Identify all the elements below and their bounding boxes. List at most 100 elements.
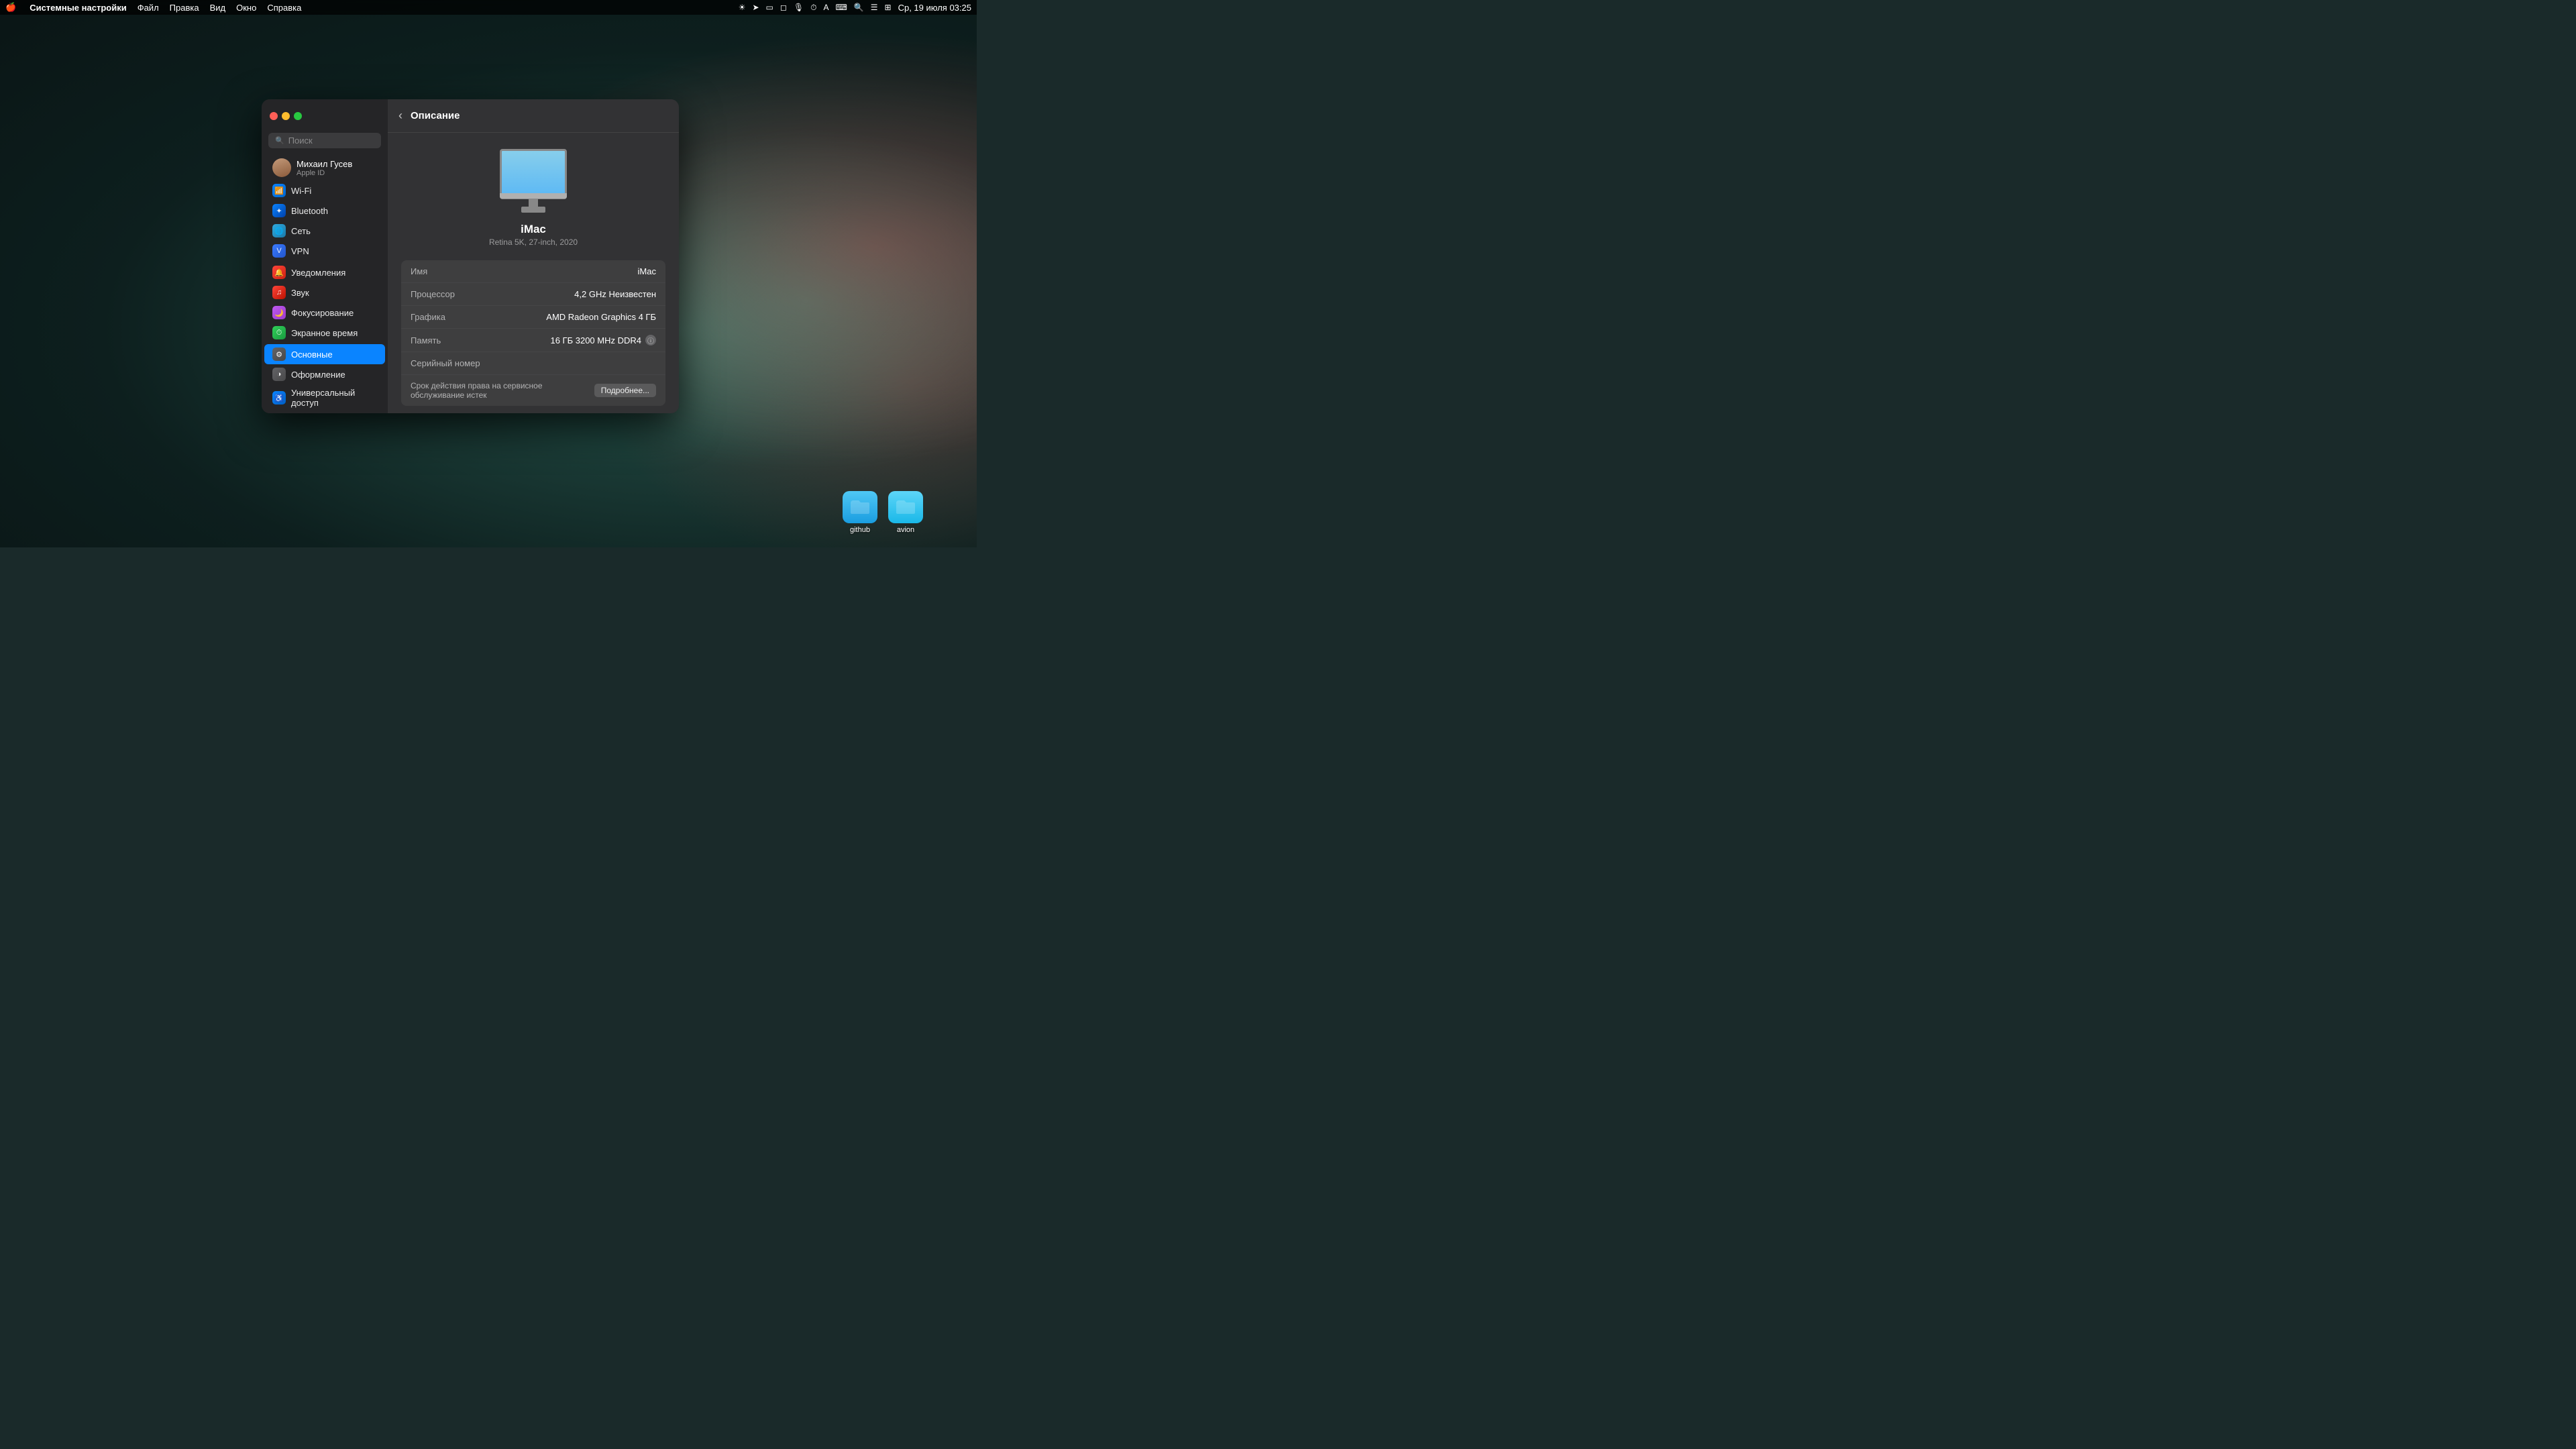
sidebar-item-appearance-label: Оформление <box>291 370 345 380</box>
info-row-memory: Память 16 ГБ 3200 MHz DDR4 ⓘ <box>401 329 665 352</box>
keyboard-icon[interactable]: ⌨ <box>835 3 847 12</box>
info-value-gpu: AMD Radeon Graphics 4 ГБ <box>546 312 656 322</box>
sidebar-scroll[interactable]: Михаил Гусев Apple ID 📶 Wi-Fi ✦ Bluetoot… <box>262 155 388 413</box>
system-preferences-window: 🔍 Поиск Михаил Гусев Apple ID 📶 Wi-Fi <box>262 99 679 413</box>
sidebar-item-wifi[interactable]: 📶 Wi-Fi <box>264 180 385 201</box>
search-bar[interactable]: 🔍 Поиск <box>268 133 381 148</box>
imac-illustration <box>493 149 574 216</box>
device-illustration-section: iMac Retina 5K, 27-inch, 2020 <box>401 144 665 260</box>
dock-items: github avion <box>843 491 923 534</box>
traffic-lights <box>270 112 302 120</box>
device-name: iMac <box>521 223 546 236</box>
sidebar-item-accessibility[interactable]: ♿ Универсальный доступ <box>264 384 385 411</box>
sidebar-item-user[interactable]: Михаил Гусев Apple ID <box>264 155 385 180</box>
menubar-app-name[interactable]: Системные настройки <box>30 3 127 13</box>
sidebar-item-screentime-label: Экранное время <box>291 328 358 338</box>
content-scroll[interactable]: iMac Retina 5K, 27-inch, 2020 Имя iMac П… <box>388 133 679 413</box>
airplay-icon[interactable]: ▭ <box>766 3 773 12</box>
apple-menu[interactable]: 🍎 <box>5 2 16 13</box>
time-machine-icon[interactable]: ⏱ <box>810 3 816 13</box>
memory-info-button[interactable]: ⓘ <box>645 335 656 345</box>
sidebar-item-notifications[interactable]: 🔔 Уведомления <box>264 262 385 282</box>
info-value-service: Подробнее... <box>594 384 656 397</box>
sidebar-item-sound[interactable]: ♫ Звук <box>264 282 385 303</box>
menubar-help[interactable]: Справка <box>267 3 301 13</box>
display-icon[interactable]: ◻ <box>780 3 787 12</box>
appearance-icon: ◑ <box>272 368 286 381</box>
menubar-file[interactable]: Файл <box>138 3 159 13</box>
sidebar-item-bluetooth-label: Bluetooth <box>291 206 328 216</box>
sidebar-item-general[interactable]: ⚙ Основные <box>264 344 385 364</box>
search-placeholder: Поиск <box>288 136 313 146</box>
mic-icon[interactable]: 🎙 <box>794 3 804 12</box>
info-row-service: Срок действия права на сервисное обслужи… <box>401 375 665 406</box>
imac-chin <box>500 193 567 199</box>
sidebar-item-notifications-label: Уведомления <box>291 268 345 278</box>
control-center-icon[interactable]: ⊞ <box>885 3 892 12</box>
bluetooth-icon: ✦ <box>272 204 286 217</box>
info-label-gpu: Графика <box>411 312 518 322</box>
info-row-cpu: Процессор 4,2 GHz Неизвестен <box>401 283 665 306</box>
dock-folder-github[interactable]: github <box>843 491 877 534</box>
search-icon: 🔍 <box>275 136 284 145</box>
network-icon: 🌐 <box>272 224 286 237</box>
notifications-icon: 🔔 <box>272 266 286 279</box>
user-subtitle: Apple ID <box>297 169 352 177</box>
info-label-service: Срок действия права на сервисное обслужи… <box>411 381 594 400</box>
menubar: 🍎 Системные настройки Файл Правка Вид Ок… <box>0 0 977 15</box>
clock: Ср, 19 июля 03:25 <box>898 3 971 13</box>
sidebar-item-network-label: Сеть <box>291 226 311 236</box>
close-button[interactable] <box>270 112 278 120</box>
back-button[interactable]: ‹ <box>398 109 402 123</box>
sidebar-item-network[interactable]: 🌐 Сеть <box>264 221 385 241</box>
info-section: Имя iMac Процессор 4,2 GHz Неизвестен Гр… <box>401 260 665 406</box>
sidebar-item-control-center[interactable]: 🎛 Пункт управления <box>264 411 385 413</box>
info-row-gpu: Графика AMD Radeon Graphics 4 ГБ <box>401 306 665 329</box>
folder-avion-icon <box>888 491 923 523</box>
info-row-serial: Серийный номер <box>401 352 665 375</box>
sidebar-item-wifi-label: Wi-Fi <box>291 186 311 196</box>
folder-avion-svg <box>895 498 916 517</box>
location-icon[interactable]: ➤ <box>752 3 759 12</box>
menubar-right: ☀ ➤ ▭ ◻ 🎙 ⏱ A ⌨ 🔍 ☰ ⊞ Ср, 19 июля 03:25 <box>739 3 971 13</box>
folder-github-icon <box>843 491 877 523</box>
imac-stand-base <box>521 207 545 213</box>
sidebar-item-vpn[interactable]: V VPN <box>264 241 385 261</box>
vpn-icon: V <box>272 244 286 258</box>
folder-avion-label: avion <box>897 526 914 534</box>
device-subtitle: Retina 5K, 27-inch, 2020 <box>489 237 578 247</box>
sidebar-item-bluetooth[interactable]: ✦ Bluetooth <box>264 201 385 221</box>
search-icon[interactable]: 🔍 <box>854 3 864 12</box>
sidebar-section-connectivity: 📶 Wi-Fi ✦ Bluetooth 🌐 Сеть V VPN <box>262 180 388 261</box>
sidebar-item-focus[interactable]: 🌙 Фокусирование <box>264 303 385 323</box>
accessibility-icon: ♿ <box>272 391 286 405</box>
user-name: Михаил Гусев <box>297 159 352 169</box>
menubar-view[interactable]: Вид <box>210 3 226 13</box>
content-header: ‹ Описание <box>388 99 679 133</box>
sound-icon: ♫ <box>272 286 286 299</box>
text-input-icon[interactable]: A <box>823 3 828 12</box>
info-row-name: Имя iMac <box>401 260 665 283</box>
menubar-window[interactable]: Окно <box>236 3 256 13</box>
service-detail-button[interactable]: Подробнее... <box>594 384 656 397</box>
info-label-name: Имя <box>411 266 518 276</box>
avatar-image <box>272 158 291 177</box>
dock-folder-avion[interactable]: avion <box>888 491 923 534</box>
maximize-button[interactable] <box>294 112 302 120</box>
main-content: ‹ Описание iMac Retina 5K, 27-inch, 2020… <box>388 99 679 413</box>
folder-github-label: github <box>850 526 870 534</box>
menubar-left: 🍎 Системные настройки Файл Правка Вид Ок… <box>5 2 301 13</box>
minimize-button[interactable] <box>282 112 290 120</box>
sidebar-item-screentime[interactable]: ⏱ Экранное время <box>264 323 385 343</box>
menubar-edit[interactable]: Правка <box>170 3 199 13</box>
user-info: Михаил Гусев Apple ID <box>297 159 352 177</box>
notification-icon[interactable]: ☰ <box>871 3 878 12</box>
brightness-icon[interactable]: ☀ <box>739 3 746 12</box>
sidebar: 🔍 Поиск Михаил Гусев Apple ID 📶 Wi-Fi <box>262 99 388 413</box>
window-controls <box>262 99 388 133</box>
sidebar-item-general-label: Основные <box>291 350 333 360</box>
general-icon: ⚙ <box>272 347 286 361</box>
info-label-cpu: Процессор <box>411 289 518 299</box>
sidebar-item-appearance[interactable]: ◑ Оформление <box>264 364 385 384</box>
folder-github-svg <box>849 498 871 517</box>
